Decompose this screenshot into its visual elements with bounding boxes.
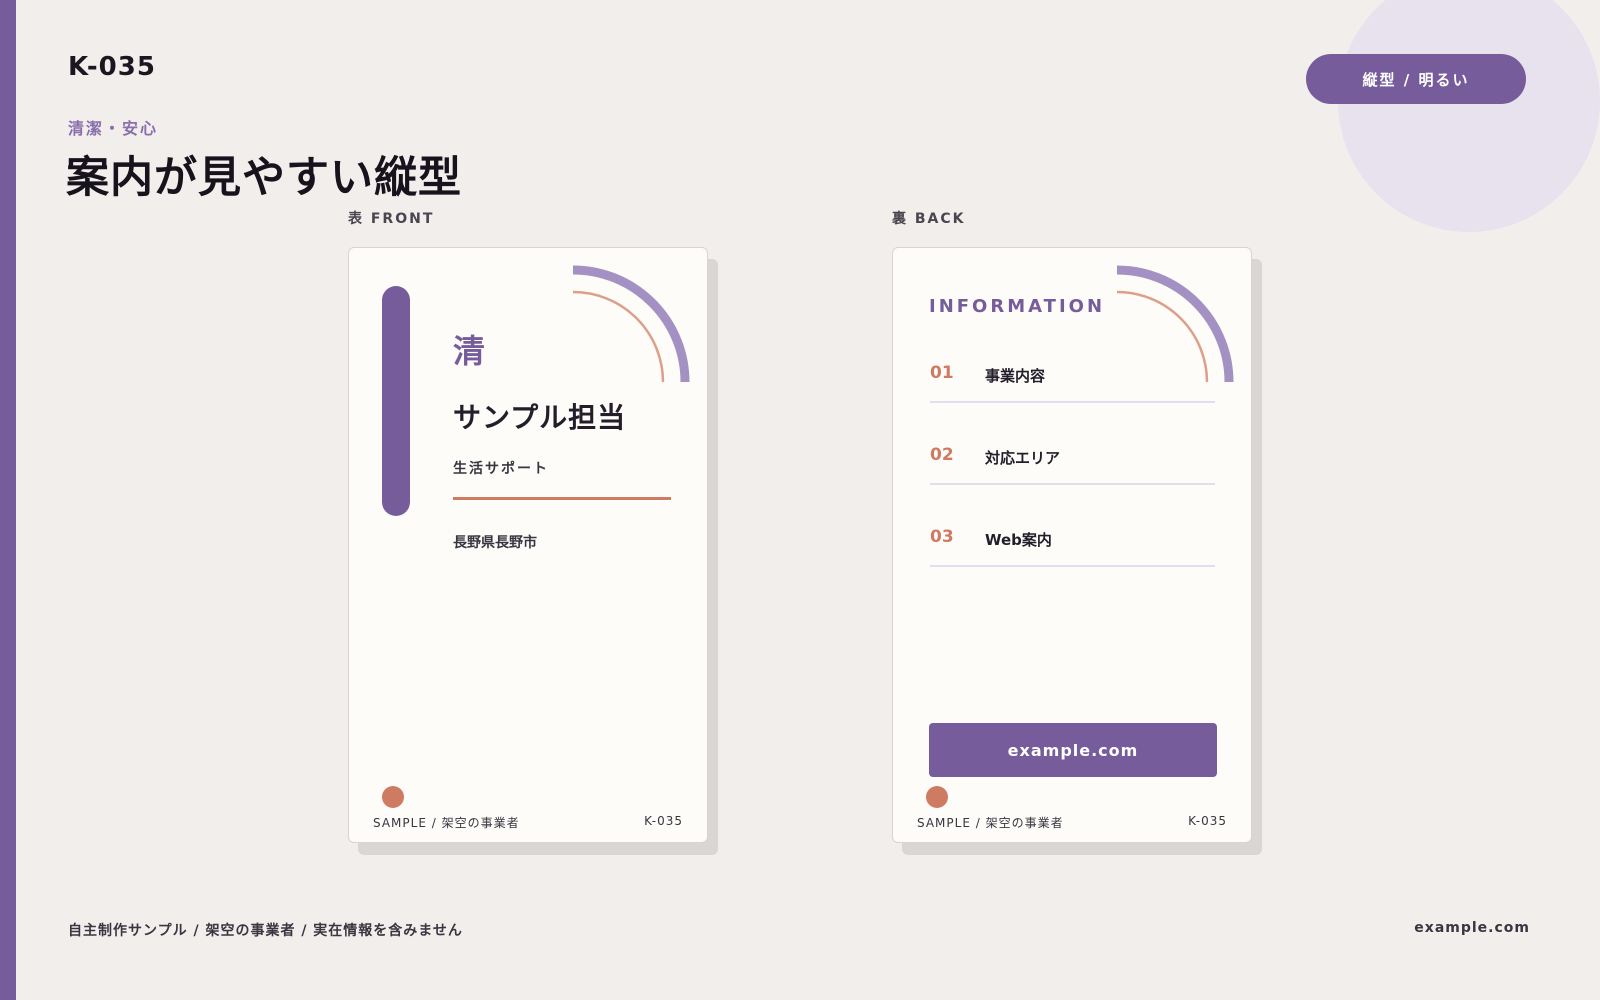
list-item-number: 02 [930, 445, 954, 465]
disclaimer-note: 自主制作サンプル / 架空の事業者 / 実在情報を含みません [68, 923, 463, 939]
front-card: 清 サンプル担当 生活サポート 長野県長野市 SAMPLE / 架空の事業者 K… [348, 247, 708, 843]
card-footer-company: SAMPLE / 架空の事業者 [917, 816, 1064, 830]
information-title: INFORMATION [929, 296, 1106, 317]
card-footer-company: SAMPLE / 架空の事業者 [373, 816, 520, 830]
contact-name: サンプル担当 [453, 401, 627, 434]
list-item-number: 01 [930, 363, 954, 383]
back-label: 裏 BACK [892, 211, 966, 227]
card-footer-code: K-035 [1188, 814, 1227, 828]
vertical-accent-bar [382, 286, 410, 516]
style-tag-button[interactable]: 縦型 / 明るい [1306, 54, 1526, 104]
list-item-label: 事業内容 [985, 367, 1046, 385]
website-button[interactable]: example.com [929, 723, 1217, 777]
divider-line [453, 497, 671, 500]
card-footer-code: K-035 [644, 814, 683, 828]
footer-url: example.com [1414, 920, 1530, 936]
left-accent-bar [0, 0, 16, 1000]
list-item: 01 事業内容 [930, 351, 1215, 403]
kanji-mark: 清 [453, 332, 486, 370]
page-title: 案内が見やすい縦型 [66, 153, 462, 203]
list-item-number: 03 [930, 527, 954, 547]
contact-role: 生活サポート [453, 461, 549, 477]
front-label: 表 FRONT [348, 211, 435, 227]
back-card: INFORMATION 01 事業内容 02 対応エリア 03 Web案内 ex… [892, 247, 1252, 843]
list-item: 03 Web案内 [930, 515, 1215, 567]
list-item-label: Web案内 [985, 531, 1052, 549]
category-label: 清潔・安心 [68, 119, 159, 138]
contact-place: 長野県長野市 [453, 535, 537, 551]
list-item-label: 対応エリア [985, 449, 1061, 467]
decorative-arc-icon [572, 265, 690, 383]
coral-dot [926, 786, 948, 808]
coral-dot [382, 786, 404, 808]
list-item: 02 対応エリア [930, 433, 1215, 485]
decorative-circle [1338, 0, 1600, 232]
sample-code: K-035 [68, 52, 156, 82]
